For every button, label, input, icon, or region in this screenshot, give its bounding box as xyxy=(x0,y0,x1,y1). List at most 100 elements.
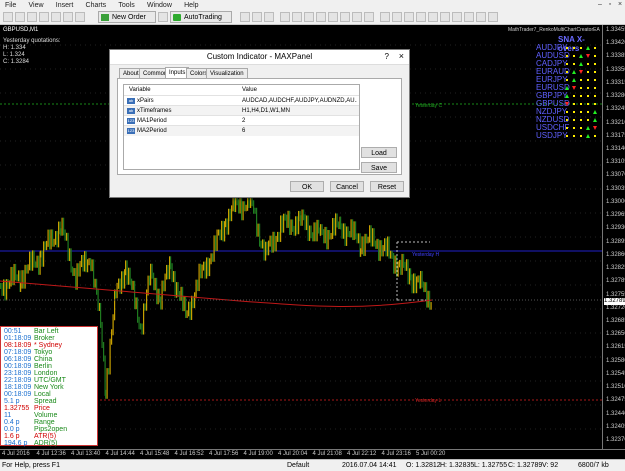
candle xyxy=(109,338,111,375)
candle xyxy=(366,233,368,244)
candle xyxy=(23,270,25,289)
close-window-button[interactable]: × xyxy=(615,0,625,10)
xover-dot-icon xyxy=(594,95,596,97)
help-icon[interactable]: ? xyxy=(385,52,389,61)
ok-button[interactable]: OK xyxy=(290,181,324,192)
zoom-in-icon[interactable] xyxy=(280,12,290,22)
candlestick-icon[interactable] xyxy=(252,12,262,22)
restore-button[interactable]: ▫ xyxy=(605,0,615,10)
price-scale[interactable]: 1.33455 1.33420 1.33385 1.33350 1.33315 1.332… xyxy=(602,25,625,449)
tab-visualization[interactable]: Visualization xyxy=(206,68,248,78)
channel-icon[interactable] xyxy=(440,12,450,22)
candle xyxy=(112,314,114,336)
candle xyxy=(61,217,63,236)
candle xyxy=(350,219,352,238)
info-line-1: H: 1.334 xyxy=(3,45,26,51)
strategy-tester-icon[interactable] xyxy=(75,12,85,22)
candle xyxy=(260,240,262,249)
candle xyxy=(349,231,351,238)
autoscroll-icon[interactable] xyxy=(316,12,326,22)
xover-dot-icon xyxy=(566,63,568,65)
data-window-icon[interactable] xyxy=(39,12,49,22)
candle xyxy=(191,295,193,320)
session-label: China xyxy=(34,356,53,363)
horizontal-line-icon[interactable] xyxy=(416,12,426,22)
price-tick-label: 1.32405 xyxy=(606,423,625,430)
arrows-icon[interactable] xyxy=(488,12,498,22)
text-icon[interactable] xyxy=(464,12,474,22)
candle xyxy=(318,219,320,234)
navigator-icon[interactable] xyxy=(51,12,61,22)
new-chart-icon[interactable] xyxy=(3,12,13,22)
candle xyxy=(209,258,211,277)
candle xyxy=(370,225,372,247)
minimize-button[interactable]: – xyxy=(595,0,605,10)
candle xyxy=(256,207,258,237)
candle xyxy=(27,264,29,274)
chart-shift-icon[interactable] xyxy=(328,12,338,22)
candle xyxy=(421,270,423,288)
line-chart-icon[interactable] xyxy=(264,12,274,22)
templates-icon[interactable] xyxy=(364,12,374,22)
xover-dot-icon xyxy=(566,79,568,81)
candle xyxy=(292,219,294,232)
metaeditor-icon[interactable] xyxy=(158,12,168,22)
vertical-line-icon[interactable] xyxy=(404,12,414,22)
save-button[interactable]: Save xyxy=(361,162,397,173)
candle xyxy=(286,214,288,228)
candle xyxy=(335,213,337,236)
new-order-button[interactable]: New Order xyxy=(98,11,156,23)
session-value: 194.6 p xyxy=(4,440,28,447)
price-tick-label: 1.32510 xyxy=(606,384,625,391)
candle xyxy=(60,228,62,236)
session-label: Price xyxy=(34,405,50,412)
candle xyxy=(44,241,46,251)
bar-chart-icon[interactable] xyxy=(240,12,250,22)
candle xyxy=(129,267,131,285)
candle xyxy=(66,232,68,241)
cancel-button[interactable]: Cancel xyxy=(330,181,364,192)
candle xyxy=(310,225,312,239)
xover-dot-icon xyxy=(566,47,568,49)
candle xyxy=(90,258,92,272)
candle xyxy=(360,248,362,257)
indicators-icon[interactable] xyxy=(340,12,350,22)
label-icon[interactable] xyxy=(476,12,486,22)
zoom-out-icon[interactable] xyxy=(292,12,302,22)
xover-dot-icon xyxy=(587,103,589,105)
candle xyxy=(430,302,432,310)
price-tick-label: 1.32895 xyxy=(606,238,625,245)
crosshair-icon[interactable] xyxy=(380,12,390,22)
custom-indicator-dialog: Custom Indicator - MAXPanel ? × About Co… xyxy=(109,49,410,198)
reset-button[interactable]: Reset xyxy=(370,181,404,192)
candle xyxy=(414,273,416,294)
candle xyxy=(81,255,83,268)
autotrading-button[interactable]: AutoTrading xyxy=(170,11,232,23)
close-icon[interactable]: × xyxy=(399,51,404,61)
candle xyxy=(126,260,128,285)
candle xyxy=(20,282,22,292)
table-row[interactable]: 123 MA2Period 6 xyxy=(124,125,359,136)
trendline-icon[interactable] xyxy=(428,12,438,22)
candle xyxy=(4,279,6,301)
price-tick-label: 1.33070 xyxy=(606,172,625,179)
market-watch-icon[interactable] xyxy=(27,12,37,22)
xover-dot-icon xyxy=(587,63,589,65)
xover-dot-icon xyxy=(587,87,589,89)
load-button[interactable]: Load xyxy=(361,147,397,158)
cursor-icon[interactable] xyxy=(392,12,402,22)
dialog-titlebar[interactable]: Custom Indicator - MAXPanel ? × xyxy=(110,50,409,65)
terminal-icon[interactable] xyxy=(63,12,73,22)
session-label: Bar Left xyxy=(34,328,59,335)
candle xyxy=(171,263,173,283)
status-profile[interactable]: Default xyxy=(287,462,309,469)
profiles-icon[interactable] xyxy=(15,12,25,22)
tile-windows-icon[interactable] xyxy=(304,12,314,22)
fibonacci-icon[interactable] xyxy=(452,12,462,22)
param-value[interactable]: 6 xyxy=(242,126,357,136)
candle xyxy=(426,282,428,308)
candle xyxy=(229,208,231,222)
candle xyxy=(278,231,280,242)
periods-icon[interactable] xyxy=(352,12,362,22)
candle xyxy=(293,225,295,236)
